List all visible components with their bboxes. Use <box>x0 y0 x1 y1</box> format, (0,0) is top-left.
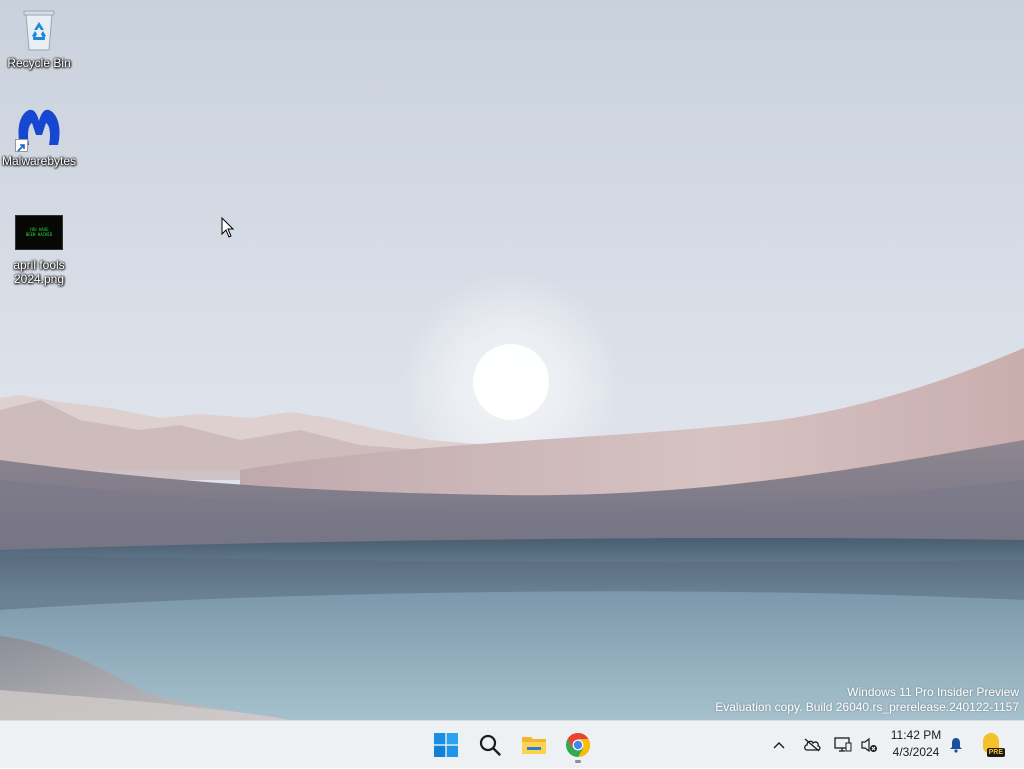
shortcut-arrow-icon <box>15 139 28 152</box>
search-icon <box>479 734 501 756</box>
insider-preview-button[interactable]: PRE <box>978 721 1008 769</box>
desktop-icon-label: Recycle Bin <box>7 56 71 70</box>
desktop-icon-label: april fools 2024.png <box>13 258 65 286</box>
clock-time: 11:42 PM <box>890 728 942 742</box>
volume-muted-icon <box>861 737 877 753</box>
chrome-icon <box>566 733 591 757</box>
bell-icon <box>950 738 962 753</box>
taskbar: 11:42 PM 4/3/2024 PRE <box>0 720 1024 768</box>
taskbar-apps <box>424 721 600 769</box>
notifications-button[interactable] <box>946 721 966 769</box>
file-explorer-button[interactable] <box>512 725 556 765</box>
desktop-icon-recycle-bin[interactable]: Recycle Bin <box>1 6 77 70</box>
watermark-line-2: Evaluation copy. Build 26040.rs_prerelea… <box>715 700 1019 714</box>
insider-badge-icon: PRE <box>981 733 1005 757</box>
onedrive-offline-icon <box>804 738 821 752</box>
show-hidden-icons-button[interactable] <box>768 721 790 769</box>
network-button[interactable] <box>832 721 854 769</box>
volume-button[interactable] <box>858 721 880 769</box>
search-button[interactable] <box>468 725 512 765</box>
onedrive-button[interactable] <box>800 721 824 769</box>
pre-badge: PRE <box>986 748 1005 757</box>
evaluation-watermark: Windows 11 Pro Insider Preview Evaluatio… <box>715 685 1019 715</box>
thumbnail-text: YOU HAVE BEEN HACKED <box>25 227 53 237</box>
desktop[interactable]: Recycle Bin Malwarebytes YOU HAVE BEEN H… <box>0 0 1024 720</box>
windows-start-icon <box>434 733 458 757</box>
chrome-button[interactable] <box>556 725 600 765</box>
start-button[interactable] <box>424 725 468 765</box>
chevron-up-icon <box>773 742 785 749</box>
desktop-icon-label: Malwarebytes <box>1 154 77 168</box>
watermark-line-1: Windows 11 Pro Insider Preview <box>847 685 1019 699</box>
recycle-bin-icon <box>15 6 63 54</box>
clock-button[interactable]: 11:42 PM 4/3/2024 <box>884 727 948 761</box>
desktop-icon-malwarebytes[interactable]: Malwarebytes <box>1 104 77 168</box>
desktop-icon-april-fools-png[interactable]: YOU HAVE BEEN HACKED april fools 2024.pn… <box>1 208 77 286</box>
clock-date: 4/3/2024 <box>892 745 940 759</box>
wallpaper <box>0 0 1024 720</box>
running-indicator <box>575 760 581 763</box>
file-explorer-icon <box>522 737 546 754</box>
malwarebytes-icon <box>15 104 63 152</box>
image-thumbnail: YOU HAVE BEEN HACKED <box>15 208 63 256</box>
display-icon <box>834 737 852 752</box>
mouse-cursor-icon <box>221 217 235 238</box>
